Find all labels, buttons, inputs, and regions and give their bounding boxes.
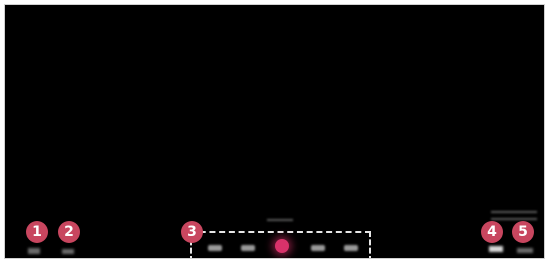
progress-hint-right-2: [491, 218, 537, 220]
play-icon[interactable]: [275, 239, 289, 253]
rewind-icon[interactable]: [241, 245, 255, 251]
skip-forward-icon[interactable]: [344, 245, 358, 251]
left-control-1-icon[interactable]: [28, 248, 40, 254]
progress-hint-center: [267, 219, 293, 221]
callout-1: 1: [26, 221, 48, 243]
video-player-screen: 1 2 3 4 5: [4, 4, 545, 259]
callout-5: 5: [512, 221, 534, 243]
right-control-4-icon[interactable]: [489, 246, 503, 252]
callout-3: 3: [181, 221, 203, 243]
left-control-2-icon[interactable]: [62, 249, 74, 254]
fast-forward-icon[interactable]: [311, 245, 325, 251]
progress-hint-right: [491, 211, 537, 213]
skip-back-icon[interactable]: [208, 245, 222, 251]
callout-2: 2: [58, 221, 80, 243]
right-control-5-icon[interactable]: [517, 248, 533, 253]
callout-4: 4: [481, 221, 503, 243]
playback-controls: [190, 231, 371, 258]
